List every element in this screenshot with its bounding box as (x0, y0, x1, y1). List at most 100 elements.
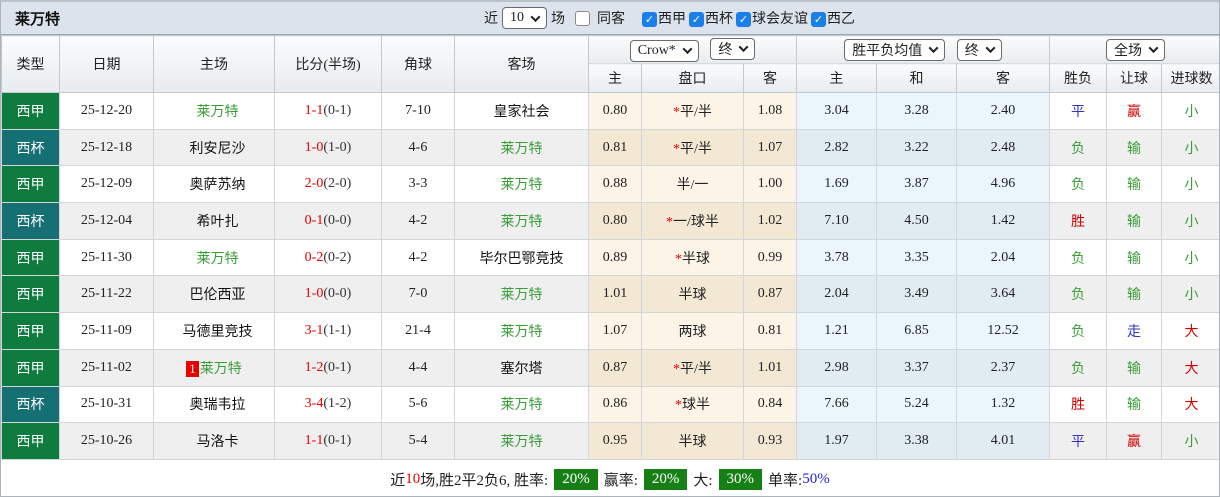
home-team-link[interactable]: 莱万特 (197, 105, 239, 120)
cell-avg-win: 2.82 (796, 128, 878, 167)
odds-source-value: Crow* (637, 42, 676, 58)
filter-checkbox-2[interactable]: ✓ (736, 12, 751, 27)
cell-avg-lose: 4.01 (956, 422, 1051, 460)
recent-count-select[interactable]: 10 (502, 7, 547, 29)
odds-state-select[interactable]: 终 (710, 37, 756, 60)
odds-group-header: Crow* 终 (587, 35, 798, 64)
score-halftime: (0-0) (323, 212, 352, 228)
home-team-link[interactable]: 巴伦西亚 (190, 288, 246, 303)
col-header-score: 比分(半场) (274, 35, 382, 93)
chevron-down-icon (738, 42, 749, 53)
cell-away-team: 莱万特 (454, 275, 589, 314)
cell-result-let: 赢 (1106, 422, 1163, 460)
full-match-select[interactable]: 全场 (1106, 38, 1166, 61)
yield-label: 赢率: (603, 473, 638, 490)
cell-odds-away: 1.01 (742, 348, 798, 387)
away-team-link[interactable]: 莱万特 (501, 215, 543, 230)
score-halftime: (2-0) (323, 176, 352, 192)
cell-league: 西甲 (1, 312, 60, 350)
full-match-group-header: 全场 (1049, 35, 1219, 64)
away-team-link[interactable]: 莱万特 (501, 142, 543, 157)
cell-date: 25-12-04 (59, 202, 154, 240)
table-row: 西杯 25-10-31 奥瑞韦拉 3-4(1-2) 5-6 莱万特 0.86 *… (1, 385, 1219, 424)
cell-result-goals: 小 (1161, 238, 1219, 277)
avg-state-select[interactable]: 终 (956, 38, 1002, 61)
cell-league: 西甲 (1, 165, 60, 204)
cell-odds-home: 0.81 (588, 128, 642, 167)
cell-result-goals: 大 (1161, 312, 1219, 350)
cell-avg-draw: 3.22 (876, 128, 958, 167)
cell-result-let: 输 (1106, 202, 1163, 240)
table-row: 西杯 25-12-18 利安尼沙 1-0(1-0) 4-6 莱万特 0.81 *… (1, 128, 1219, 167)
summary-near-label: 近 (390, 473, 406, 490)
cell-avg-lose: 2.37 (956, 348, 1051, 387)
avg-source-select[interactable]: 胜平负均值 (844, 38, 946, 61)
cell-result-goals: 小 (1161, 422, 1219, 460)
league-badge: 西甲 (2, 423, 59, 459)
cell-result-goals: 小 (1161, 275, 1219, 314)
cell-handicap: *半球 (641, 238, 744, 277)
same-away-checkbox[interactable] (575, 10, 590, 26)
cell-away-team: 毕尔巴鄂竞技 (454, 238, 589, 277)
cell-handicap: 半/一 (641, 165, 744, 204)
filter-checkbox-3[interactable]: ✓ (811, 12, 826, 27)
avg-source-value: 胜平负均值 (852, 43, 923, 59)
away-team-link[interactable]: 莱万特 (501, 288, 543, 303)
cell-odds-away: 0.93 (742, 422, 798, 460)
score-fulltime: 1-0 (304, 139, 324, 155)
score-halftime: (1-1) (323, 322, 352, 338)
home-team-link[interactable]: 马洛卡 (197, 435, 239, 450)
score-fulltime: 0-1 (304, 212, 324, 228)
cell-result-let: 输 (1106, 128, 1163, 167)
cell-home-team: 1 莱万特 (153, 348, 275, 387)
cell-handicap: *平/半 (641, 348, 744, 387)
col-header-handicap: 盘口 (641, 63, 744, 93)
home-team-link[interactable]: 利安尼沙 (190, 142, 246, 157)
cell-corners: 4-6 (381, 128, 455, 167)
cell-away-team: 莱万特 (454, 128, 589, 167)
odds-source-select[interactable]: Crow* (629, 39, 699, 62)
cell-score: 1-2(0-1) (274, 348, 382, 387)
home-team-link[interactable]: 希叶扎 (197, 215, 239, 230)
home-team-link[interactable]: 奥萨苏纳 (190, 178, 246, 193)
filter-checkbox-1[interactable]: ✓ (689, 12, 704, 27)
cell-home-team: 马德里竞技 (153, 312, 275, 350)
handicap-change-star: * (673, 141, 681, 157)
col-header-let: 让球 (1106, 63, 1163, 93)
cell-avg-win: 3.78 (796, 238, 878, 277)
home-team-link[interactable]: 马德里竞技 (183, 325, 253, 340)
cell-avg-draw: 3.49 (876, 275, 958, 314)
col-header-goals: 进球数 (1161, 63, 1219, 93)
away-team-link[interactable]: 皇家社会 (494, 105, 550, 120)
cell-handicap: 半球 (641, 422, 744, 460)
away-team-link[interactable]: 莱万特 (501, 178, 543, 193)
home-team-link[interactable]: 莱万特 (200, 362, 242, 377)
recent-count-value: 10 (510, 10, 524, 25)
away-team-link[interactable]: 莱万特 (501, 398, 543, 413)
home-team-link[interactable]: 莱万特 (197, 252, 239, 267)
cell-avg-win: 7.66 (796, 385, 878, 424)
cell-handicap: *一/球半 (641, 202, 744, 240)
col-header-home: 主场 (153, 35, 275, 93)
cell-league: 西甲 (1, 92, 60, 130)
away-team-link[interactable]: 塞尔塔 (501, 362, 543, 377)
cell-date: 25-12-20 (59, 92, 154, 130)
home-team-link[interactable]: 奥瑞韦拉 (190, 398, 246, 413)
cell-result-let: 走 (1106, 312, 1163, 350)
cell-result-let: 赢 (1106, 92, 1163, 130)
filter-checkbox-0[interactable]: ✓ (642, 12, 657, 27)
away-team-link[interactable]: 毕尔巴鄂竞技 (480, 252, 564, 267)
away-team-link[interactable]: 莱万特 (501, 325, 543, 340)
cell-corners: 4-2 (381, 238, 455, 277)
cell-handicap: *平/半 (641, 92, 744, 130)
table-row: 西甲 25-10-26 马洛卡 1-1(0-1) 5-4 莱万特 0.95 半球… (1, 422, 1219, 460)
cell-odds-home: 0.80 (588, 92, 642, 130)
rank-badge: 1 (186, 360, 199, 377)
score-halftime: (0-1) (323, 359, 352, 375)
cell-result-wdl: 负 (1049, 275, 1108, 314)
cell-result-goals: 大 (1161, 348, 1219, 387)
cell-corners: 3-3 (381, 165, 455, 204)
away-team-link[interactable]: 莱万特 (501, 435, 543, 450)
league-badge: 西甲 (2, 350, 59, 386)
league-badge: 西杯 (2, 130, 59, 165)
